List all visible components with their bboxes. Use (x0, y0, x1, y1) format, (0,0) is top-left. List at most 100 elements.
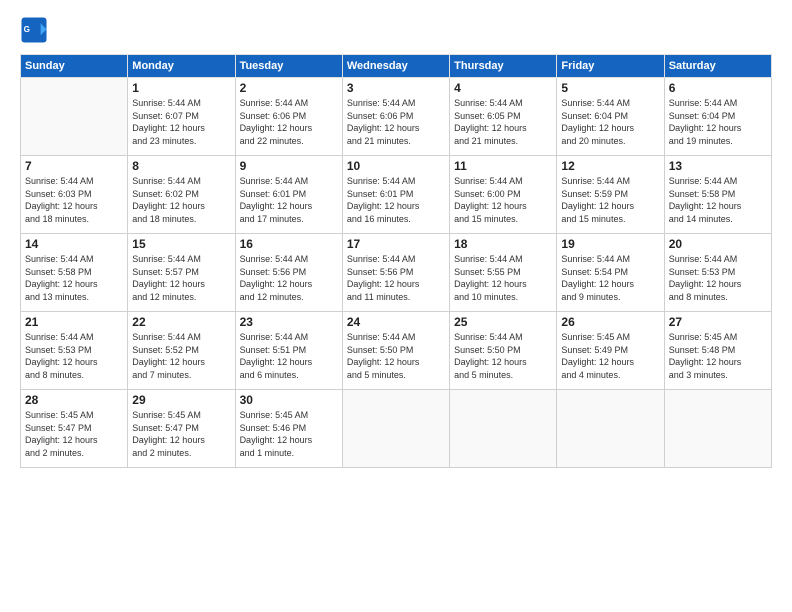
day-info: Sunrise: 5:44 AM Sunset: 6:04 PM Dayligh… (561, 97, 659, 147)
calendar-table: SundayMondayTuesdayWednesdayThursdayFrid… (20, 54, 772, 468)
day-info: Sunrise: 5:45 AM Sunset: 5:47 PM Dayligh… (25, 409, 123, 459)
day-number: 16 (240, 237, 338, 251)
day-number: 30 (240, 393, 338, 407)
week-row-1: 7 Sunrise: 5:44 AM Sunset: 6:03 PM Daylig… (21, 156, 772, 234)
day-number: 15 (132, 237, 230, 251)
weekday-header-row: SundayMondayTuesdayWednesdayThursdayFrid… (21, 55, 772, 78)
calendar-cell (21, 78, 128, 156)
calendar-cell: 25 Sunrise: 5:44 AM Sunset: 5:50 PM Dayli… (450, 312, 557, 390)
calendar-cell: 23Sunrise: 5:44 AM Sunset: 5:51 PM Dayli… (235, 312, 342, 390)
week-row-0: 1 Sunrise: 5:44 AM Sunset: 6:07 PM Daylig… (21, 78, 772, 156)
calendar-cell: 8 Sunrise: 5:44 AM Sunset: 6:02 PM Daylig… (128, 156, 235, 234)
calendar-cell: 2 Sunrise: 5:44 AM Sunset: 6:06 PM Daylig… (235, 78, 342, 156)
calendar-cell: 27 Sunrise: 5:45 AM Sunset: 5:48 PM Dayli… (664, 312, 771, 390)
calendar-cell: 19 Sunrise: 5:44 AM Sunset: 5:54 PM Dayli… (557, 234, 664, 312)
day-info: Sunrise: 5:44 AM Sunset: 5:53 PM Dayligh… (669, 253, 767, 303)
calendar-cell: 13Sunrise: 5:44 AM Sunset: 5:58 PM Dayli… (664, 156, 771, 234)
weekday-header-wednesday: Wednesday (342, 55, 449, 78)
calendar-cell: 29Sunrise: 5:45 AM Sunset: 5:47 PM Dayli… (128, 390, 235, 468)
weekday-header-friday: Friday (557, 55, 664, 78)
day-info: Sunrise: 5:44 AM Sunset: 6:01 PM Dayligh… (240, 175, 338, 225)
day-number: 4 (454, 81, 552, 95)
day-info: Sunrise: 5:44 AM Sunset: 6:07 PM Dayligh… (132, 97, 230, 147)
day-number: 13 (669, 159, 767, 173)
weekday-header-tuesday: Tuesday (235, 55, 342, 78)
day-number: 2 (240, 81, 338, 95)
day-number: 19 (561, 237, 659, 251)
calendar-cell: 10 Sunrise: 5:44 AM Sunset: 6:01 PM Dayli… (342, 156, 449, 234)
day-info: Sunrise: 5:44 AM Sunset: 6:02 PM Dayligh… (132, 175, 230, 225)
calendar-cell: 12 Sunrise: 5:44 AM Sunset: 5:59 PM Dayli… (557, 156, 664, 234)
day-info: Sunrise: 5:44 AM Sunset: 6:05 PM Dayligh… (454, 97, 552, 147)
day-number: 17 (347, 237, 445, 251)
day-info: Sunrise: 5:44 AM Sunset: 5:54 PM Dayligh… (561, 253, 659, 303)
day-number: 18 (454, 237, 552, 251)
day-info: Sunrise: 5:44 AM Sunset: 6:06 PM Dayligh… (347, 97, 445, 147)
day-info: Sunrise: 5:45 AM Sunset: 5:48 PM Dayligh… (669, 331, 767, 381)
calendar-cell: 15 Sunrise: 5:44 AM Sunset: 5:57 PM Dayli… (128, 234, 235, 312)
calendar-cell: 14 Sunrise: 5:44 AM Sunset: 5:58 PM Dayli… (21, 234, 128, 312)
day-info: Sunrise: 5:44 AM Sunset: 6:04 PM Dayligh… (669, 97, 767, 147)
week-row-3: 21 Sunrise: 5:44 AM Sunset: 5:53 PM Dayli… (21, 312, 772, 390)
logo: G (20, 16, 50, 44)
day-number: 27 (669, 315, 767, 329)
calendar-cell: 5 Sunrise: 5:44 AM Sunset: 6:04 PM Daylig… (557, 78, 664, 156)
week-row-4: 28 Sunrise: 5:45 AM Sunset: 5:47 PM Dayli… (21, 390, 772, 468)
day-number: 22 (132, 315, 230, 329)
calendar-cell: 20 Sunrise: 5:44 AM Sunset: 5:53 PM Dayli… (664, 234, 771, 312)
day-info: Sunrise: 5:44 AM Sunset: 5:50 PM Dayligh… (347, 331, 445, 381)
day-number: 10 (347, 159, 445, 173)
calendar-cell (342, 390, 449, 468)
day-number: 12 (561, 159, 659, 173)
calendar-cell: 3 Sunrise: 5:44 AM Sunset: 6:06 PM Daylig… (342, 78, 449, 156)
calendar-cell: 7 Sunrise: 5:44 AM Sunset: 6:03 PM Daylig… (21, 156, 128, 234)
calendar-cell: 11 Sunrise: 5:44 AM Sunset: 6:00 PM Dayli… (450, 156, 557, 234)
calendar-cell: 16 Sunrise: 5:44 AM Sunset: 5:56 PM Dayli… (235, 234, 342, 312)
day-number: 9 (240, 159, 338, 173)
calendar-cell: 30 Sunrise: 5:45 AM Sunset: 5:46 PM Dayli… (235, 390, 342, 468)
day-number: 29 (132, 393, 230, 407)
day-number: 1 (132, 81, 230, 95)
day-info: Sunrise: 5:45 AM Sunset: 5:49 PM Dayligh… (561, 331, 659, 381)
day-number: 11 (454, 159, 552, 173)
logo-icon: G (20, 16, 48, 44)
day-info: Sunrise: 5:44 AM Sunset: 6:06 PM Dayligh… (240, 97, 338, 147)
week-row-2: 14 Sunrise: 5:44 AM Sunset: 5:58 PM Dayli… (21, 234, 772, 312)
day-info: Sunrise: 5:44 AM Sunset: 5:51 PM Dayligh… (240, 331, 338, 381)
day-number: 20 (669, 237, 767, 251)
day-number: 5 (561, 81, 659, 95)
day-info: Sunrise: 5:44 AM Sunset: 6:03 PM Dayligh… (25, 175, 123, 225)
day-number: 28 (25, 393, 123, 407)
header: G (20, 16, 772, 44)
day-info: Sunrise: 5:44 AM Sunset: 6:01 PM Dayligh… (347, 175, 445, 225)
day-info: Sunrise: 5:44 AM Sunset: 5:57 PM Dayligh… (132, 253, 230, 303)
calendar-cell: 9 Sunrise: 5:44 AM Sunset: 6:01 PM Daylig… (235, 156, 342, 234)
day-info: Sunrise: 5:44 AM Sunset: 5:56 PM Dayligh… (240, 253, 338, 303)
day-info: Sunrise: 5:44 AM Sunset: 5:52 PM Dayligh… (132, 331, 230, 381)
day-number: 24 (347, 315, 445, 329)
day-number: 7 (25, 159, 123, 173)
day-number: 8 (132, 159, 230, 173)
day-info: Sunrise: 5:44 AM Sunset: 5:59 PM Dayligh… (561, 175, 659, 225)
weekday-header-saturday: Saturday (664, 55, 771, 78)
calendar-cell: 4 Sunrise: 5:44 AM Sunset: 6:05 PM Daylig… (450, 78, 557, 156)
day-number: 21 (25, 315, 123, 329)
calendar-cell: 24 Sunrise: 5:44 AM Sunset: 5:50 PM Dayli… (342, 312, 449, 390)
day-info: Sunrise: 5:44 AM Sunset: 5:58 PM Dayligh… (25, 253, 123, 303)
weekday-header-sunday: Sunday (21, 55, 128, 78)
weekday-header-monday: Monday (128, 55, 235, 78)
day-number: 14 (25, 237, 123, 251)
calendar-cell: 18 Sunrise: 5:44 AM Sunset: 5:55 PM Dayli… (450, 234, 557, 312)
day-number: 3 (347, 81, 445, 95)
day-info: Sunrise: 5:44 AM Sunset: 5:55 PM Dayligh… (454, 253, 552, 303)
calendar-cell: 1 Sunrise: 5:44 AM Sunset: 6:07 PM Daylig… (128, 78, 235, 156)
calendar-cell (664, 390, 771, 468)
day-number: 26 (561, 315, 659, 329)
day-info: Sunrise: 5:44 AM Sunset: 6:00 PM Dayligh… (454, 175, 552, 225)
day-info: Sunrise: 5:44 AM Sunset: 5:53 PM Dayligh… (25, 331, 123, 381)
calendar-cell: 22 Sunrise: 5:44 AM Sunset: 5:52 PM Dayli… (128, 312, 235, 390)
day-info: Sunrise: 5:45 AM Sunset: 5:46 PM Dayligh… (240, 409, 338, 459)
day-info: Sunrise: 5:44 AM Sunset: 5:50 PM Dayligh… (454, 331, 552, 381)
day-number: 25 (454, 315, 552, 329)
page: G SundayMondayTuesdayWednesdayThursdayFr… (0, 0, 792, 612)
